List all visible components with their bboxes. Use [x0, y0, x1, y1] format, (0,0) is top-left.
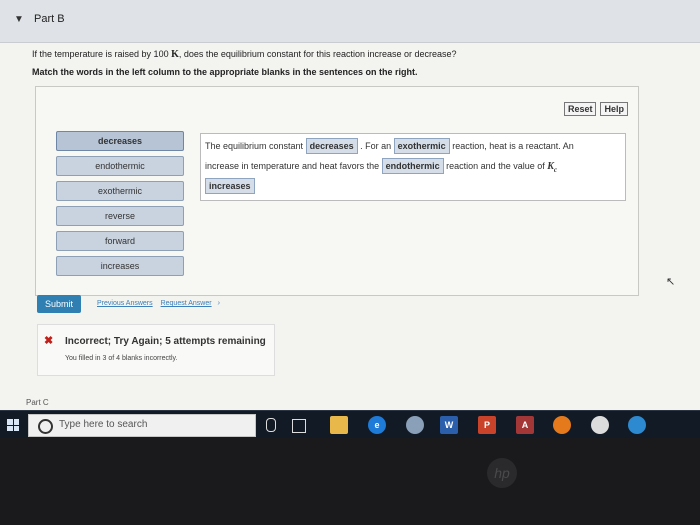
word-chip-reverse[interactable]: reverse	[56, 206, 184, 226]
sentence-line-2: increase in temperature and heat favors …	[205, 158, 557, 174]
powerpoint-icon[interactable]: P	[478, 416, 496, 434]
edge-icon[interactable]: e	[368, 416, 386, 434]
word-chip-forward[interactable]: forward	[56, 231, 184, 251]
close-icon: ✖	[44, 335, 54, 347]
sentence-text-3: reaction, heat is a reactant. An	[452, 141, 574, 151]
part-b-title: Part B	[34, 13, 65, 25]
feedback-subtitle: You filled in 3 of 4 blanks incorrectly.	[65, 355, 178, 362]
word-chip-decreases[interactable]: decreases	[56, 131, 184, 151]
sentence-line-1: The equilibrium constant decreases . For…	[205, 138, 574, 154]
collapse-caret-icon[interactable]: ▼	[14, 14, 24, 25]
part-b-header[interactable]: ▼ Part B	[0, 0, 700, 43]
windows-taskbar: Type here to search e W P A	[0, 410, 700, 439]
browser-page: ▼ Part B If the temperature is raised by…	[0, 0, 700, 410]
taskbar-search-input[interactable]: Type here to search	[28, 414, 256, 437]
windows-start-icon[interactable]	[0, 411, 26, 439]
search-placeholder: Type here to search	[59, 419, 148, 430]
feedback-title: Incorrect; Try Again; 5 attempts remaini…	[65, 336, 266, 347]
sentence-text-2: . For an	[360, 141, 392, 151]
word-chip-exothermic[interactable]: exothermic	[56, 181, 184, 201]
sentence-text-5: reaction and the value of	[446, 161, 545, 171]
word-chip-endothermic[interactable]: endothermic	[56, 156, 184, 176]
sentence-text-4: increase in temperature and heat favors …	[205, 161, 380, 171]
app2-icon[interactable]	[628, 416, 646, 434]
sentence-box: The equilibrium constant decreases . For…	[200, 133, 626, 201]
microphone-icon[interactable]	[266, 418, 276, 432]
help-button[interactable]: Help	[600, 102, 628, 116]
request-answer-link[interactable]: Request Answer	[161, 300, 212, 307]
submit-button[interactable]: Submit	[37, 295, 81, 313]
panel-controls: Reset Help	[563, 102, 628, 116]
part-c-header[interactable]: Part C	[26, 398, 49, 407]
sentence-line-3: increases	[205, 178, 255, 194]
access-icon[interactable]: A	[516, 416, 534, 434]
feedback-box: ✖ Incorrect; Try Again; 5 attempts remai…	[37, 324, 275, 376]
firefox-icon[interactable]	[553, 416, 571, 434]
blank-1[interactable]: decreases	[305, 138, 358, 154]
blank-3[interactable]: endothermic	[381, 158, 444, 174]
file-explorer-icon[interactable]	[330, 416, 348, 434]
app-icon[interactable]	[406, 416, 424, 434]
blank-4[interactable]: increases	[205, 178, 255, 194]
task-view-icon[interactable]	[292, 419, 306, 433]
chevron-right-icon: ›	[217, 300, 220, 307]
sentence-text-1: The equilibrium constant	[205, 141, 304, 151]
question-suffix: , does the equilibrium constant for this…	[178, 49, 457, 59]
reset-button[interactable]: Reset	[563, 102, 597, 116]
drag-drop-panel: Reset Help decreases endothermic exother…	[35, 86, 639, 296]
laptop-bezel	[0, 438, 700, 525]
word-icon[interactable]: W	[440, 416, 458, 434]
word-bank: decreases endothermic exothermic reverse…	[56, 131, 184, 281]
cortana-circle-icon	[38, 419, 53, 434]
blank-2[interactable]: exothermic	[393, 138, 450, 154]
word-chip-increases[interactable]: increases	[56, 256, 184, 276]
previous-answers-link[interactable]: Previous Answers	[97, 300, 153, 307]
equilibrium-constant-symbol: Kc	[547, 161, 558, 174]
hp-logo: hp	[487, 458, 517, 488]
question-prefix: If the temperature is raised by 100	[32, 49, 169, 59]
question-unit: K	[171, 49, 179, 60]
chrome-icon[interactable]	[591, 416, 609, 434]
instruction-text: Match the words in the left column to th…	[32, 67, 418, 77]
mouse-cursor-icon: ↖	[666, 276, 676, 288]
answer-links: Previous Answers Request Answer ›	[97, 300, 220, 307]
question-text: If the temperature is raised by 100 K, d…	[32, 49, 457, 60]
